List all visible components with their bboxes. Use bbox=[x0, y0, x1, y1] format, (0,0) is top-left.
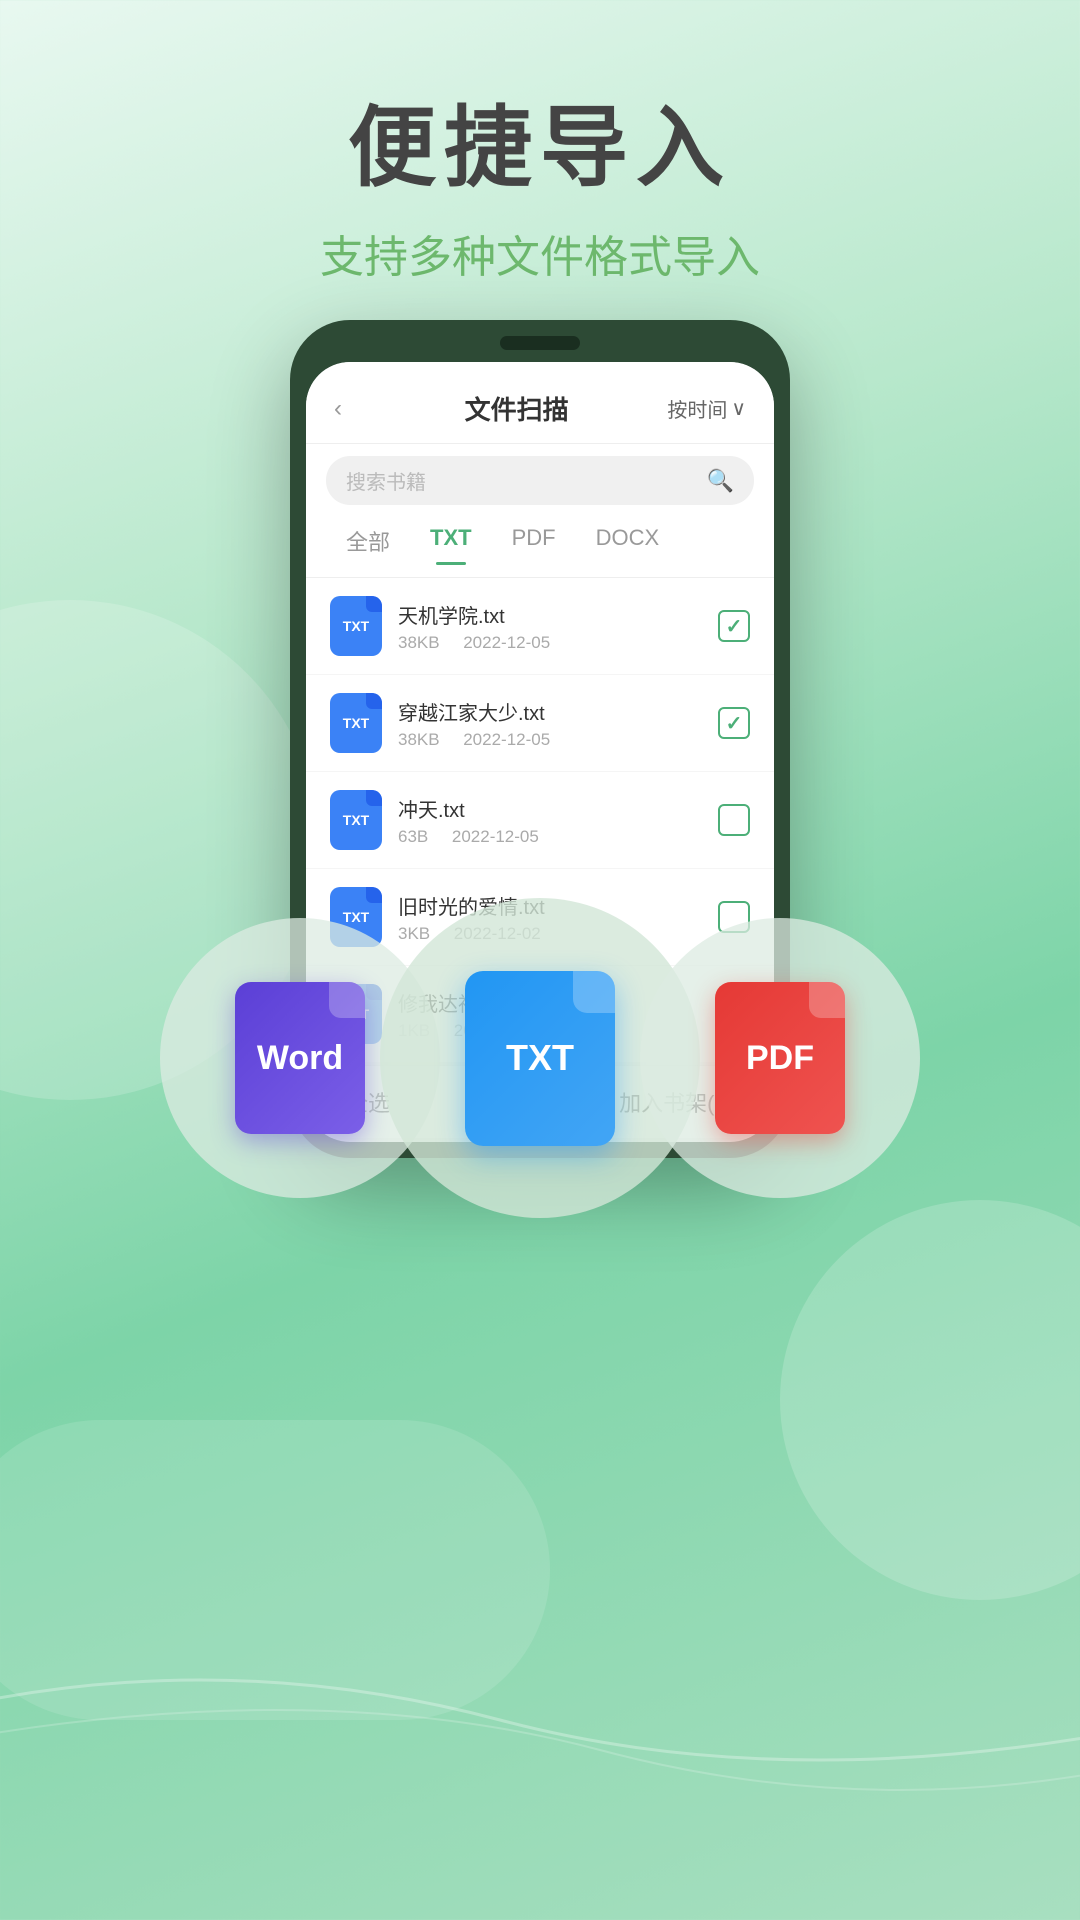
app-title: 文件扫描 bbox=[465, 390, 569, 427]
checkbox-3[interactable] bbox=[718, 804, 750, 836]
file-name-3: 冲天.txt bbox=[398, 794, 702, 823]
sort-label: 按时间 bbox=[667, 394, 727, 423]
txt-file-icon: TXT bbox=[465, 971, 615, 1146]
file-info-1: 天机学院.txt 38KB 2022-12-05 bbox=[398, 600, 702, 653]
file-item-1[interactable]: TXT 天机学院.txt 38KB 2022-12-05 bbox=[306, 578, 774, 675]
file-icon-txt-3: TXT bbox=[330, 790, 382, 850]
back-button[interactable]: ‹ bbox=[334, 395, 366, 423]
file-info-3: 冲天.txt 63B 2022-12-05 bbox=[398, 794, 702, 847]
sub-title: 支持多种文件格式导入 bbox=[0, 221, 1080, 285]
file-meta-3: 63B 2022-12-05 bbox=[398, 827, 702, 847]
checkbox-1[interactable] bbox=[718, 610, 750, 642]
tabs-row: 全部 TXT PDF DOCX bbox=[306, 517, 774, 578]
file-name-2: 穿越江家大少.txt bbox=[398, 697, 702, 726]
file-item-2[interactable]: TXT 穿越江家大少.txt 38KB 2022-12-05 bbox=[306, 675, 774, 772]
header-area: 便捷导入 支持多种文件格式导入 bbox=[0, 0, 1080, 345]
file-info-2: 穿越江家大少.txt 38KB 2022-12-05 bbox=[398, 697, 702, 750]
word-label: Word bbox=[257, 1039, 343, 1078]
search-placeholder: 搜索书籍 bbox=[346, 466, 699, 495]
sort-button[interactable]: 按时间 ∨ bbox=[667, 394, 746, 423]
file-meta-1: 38KB 2022-12-05 bbox=[398, 633, 702, 653]
phone-notch bbox=[500, 336, 580, 350]
pdf-file-icon: PDF bbox=[715, 982, 845, 1134]
wave-decoration bbox=[0, 1620, 1080, 1820]
tab-pdf[interactable]: PDF bbox=[492, 517, 576, 565]
bg-decoration-2 bbox=[780, 1200, 1080, 1600]
file-name-1: 天机学院.txt bbox=[398, 600, 702, 629]
sort-chevron-icon: ∨ bbox=[731, 396, 746, 421]
checkbox-2[interactable] bbox=[718, 707, 750, 739]
word-file-icon: Word bbox=[235, 982, 365, 1134]
pdf-circle: PDF bbox=[640, 918, 920, 1198]
search-icon: 🔍 bbox=[707, 468, 734, 494]
search-input-wrap[interactable]: 搜索书籍 🔍 bbox=[326, 456, 754, 505]
file-item-3[interactable]: TXT 冲天.txt 63B 2022-12-05 bbox=[306, 772, 774, 869]
file-icon-txt-2: TXT bbox=[330, 693, 382, 753]
search-bar-container: 搜索书籍 🔍 bbox=[306, 444, 774, 517]
tab-docx[interactable]: DOCX bbox=[576, 517, 680, 565]
file-meta-2: 38KB 2022-12-05 bbox=[398, 730, 702, 750]
tab-txt[interactable]: TXT bbox=[410, 517, 492, 565]
tab-all[interactable]: 全部 bbox=[326, 517, 410, 565]
phone-container: ‹ 文件扫描 按时间 ∨ 搜索书籍 🔍 全部 T bbox=[290, 320, 790, 1158]
txt-label: TXT bbox=[506, 1037, 574, 1079]
file-icon-txt: TXT bbox=[330, 596, 382, 656]
main-title: 便捷导入 bbox=[0, 100, 1080, 197]
floating-icons-area: Word TXT PDF bbox=[160, 918, 920, 1218]
pdf-label: PDF bbox=[746, 1039, 814, 1078]
app-header: ‹ 文件扫描 按时间 ∨ bbox=[306, 362, 774, 444]
